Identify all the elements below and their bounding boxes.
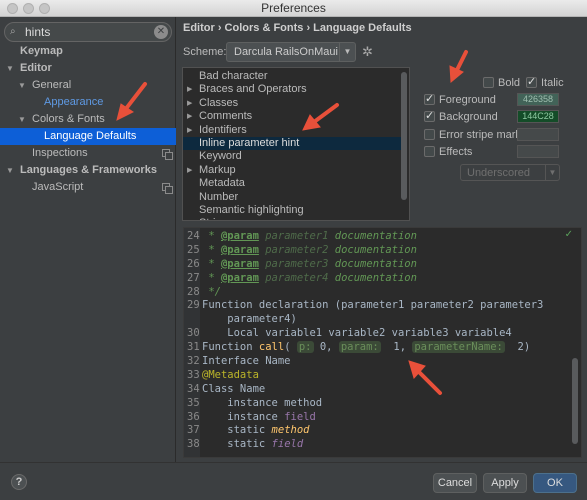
annotation-arrow <box>116 82 147 121</box>
annotation-arrow <box>302 103 339 131</box>
annotation-arrow <box>408 360 442 395</box>
annotation-arrow <box>449 50 468 84</box>
annotation-arrows <box>116 50 468 395</box>
